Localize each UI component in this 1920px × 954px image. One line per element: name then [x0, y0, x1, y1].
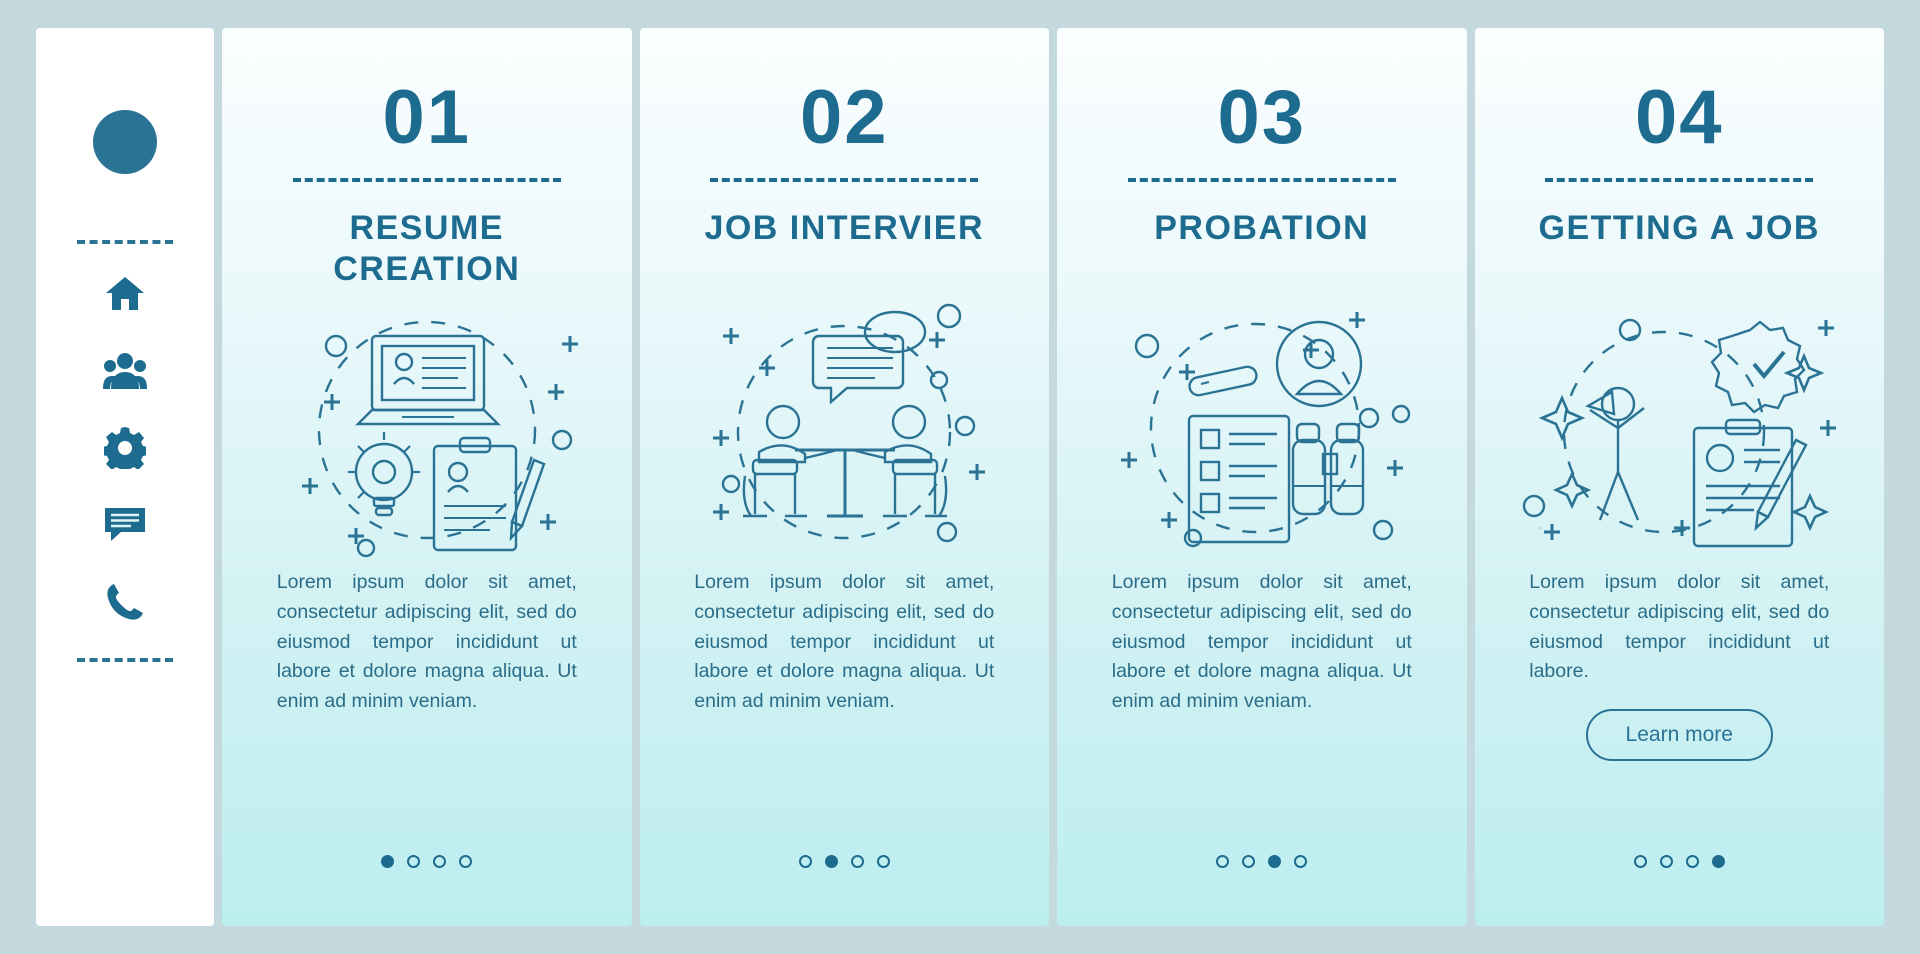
dot-3[interactable]	[433, 855, 447, 868]
phone-icon	[105, 582, 145, 622]
onboarding-card-3[interactable]: 03 PROBATION Lorem ipsum dolor sit amet,…	[1057, 28, 1467, 926]
card-number: 01	[382, 75, 472, 160]
sidebar-item-messages[interactable]	[103, 503, 147, 547]
illustration-probation	[1097, 296, 1427, 564]
sidebar-item-team[interactable]	[103, 349, 147, 393]
sidebar-item-contact[interactable]	[103, 580, 147, 624]
card-body: Lorem ipsum dolor sit amet, consectetur …	[694, 571, 995, 713]
dashed-rule	[710, 178, 979, 182]
pagination-dots[interactable]	[1475, 855, 1885, 868]
chat-icon	[103, 506, 147, 544]
sidebar-divider-bottom	[77, 658, 173, 662]
onboarding-card-2[interactable]: 02 JOB INTERVIER Lorem ipsum dolor sit a…	[639, 28, 1050, 926]
dot-2[interactable]	[1659, 855, 1673, 868]
onboarding-card-1[interactable]: 01 RESUME CREATION Lorem ipsum dolor sit…	[222, 28, 632, 926]
learn-more-button[interactable]: Learn more	[1585, 709, 1773, 762]
onboarding-card-4[interactable]: 04 GETTING A JOB Lorem ipsum dolor sit a…	[1474, 28, 1885, 926]
illustration-getting-a-job	[1514, 296, 1844, 564]
card-number: 03	[1217, 75, 1307, 160]
card-number: 04	[1634, 75, 1724, 160]
dot-4[interactable]	[1711, 855, 1725, 868]
sidebar-divider-top	[77, 240, 173, 244]
dot-1[interactable]	[798, 855, 812, 868]
card-title: RESUME CREATION	[333, 209, 521, 288]
dot-4[interactable]	[459, 855, 473, 868]
pagination-dots[interactable]	[640, 855, 1050, 868]
card-number: 02	[799, 75, 889, 160]
dot-2[interactable]	[407, 855, 421, 868]
dot-1[interactable]	[1633, 855, 1647, 868]
sidebar	[36, 28, 214, 926]
dot-2[interactable]	[1242, 855, 1256, 868]
dot-4[interactable]	[1294, 855, 1308, 868]
people-group-icon	[103, 351, 147, 391]
onboarding-screens: 01 RESUME CREATION Lorem ipsum dolor sit…	[0, 0, 1920, 954]
card-body: Lorem ipsum dolor sit amet, consectetur …	[276, 571, 577, 713]
card-body: Lorem ipsum dolor sit amet, consectetur …	[1529, 571, 1830, 683]
illustration-laptop-resume	[262, 296, 592, 564]
dot-1[interactable]	[381, 855, 395, 868]
card-title: PROBATION	[1154, 209, 1370, 247]
dashed-rule	[292, 178, 561, 182]
dot-3[interactable]	[850, 855, 864, 868]
dot-3[interactable]	[1685, 855, 1699, 868]
pagination-dots[interactable]	[1057, 855, 1467, 868]
card-body: Lorem ipsum dolor sit amet, consectetur …	[1111, 571, 1412, 713]
circle-logo-icon	[93, 110, 157, 174]
sidebar-item-settings[interactable]	[103, 426, 147, 470]
dot-1[interactable]	[1216, 855, 1230, 868]
card-title: GETTING A JOB	[1538, 209, 1820, 247]
dashed-rule	[1127, 178, 1396, 182]
sidebar-item-home[interactable]	[103, 272, 147, 316]
illustration-interview	[679, 296, 1009, 564]
home-icon	[104, 274, 146, 314]
sidebar-icon-list	[103, 272, 147, 624]
card-list: 01 RESUME CREATION Lorem ipsum dolor sit…	[222, 28, 1884, 926]
dot-2[interactable]	[824, 855, 838, 868]
pagination-dots[interactable]	[222, 855, 632, 868]
card-title: JOB INTERVIER	[704, 209, 985, 247]
dot-3[interactable]	[1268, 855, 1282, 868]
dot-4[interactable]	[876, 855, 890, 868]
gear-icon	[104, 427, 146, 469]
dashed-rule	[1545, 178, 1814, 182]
